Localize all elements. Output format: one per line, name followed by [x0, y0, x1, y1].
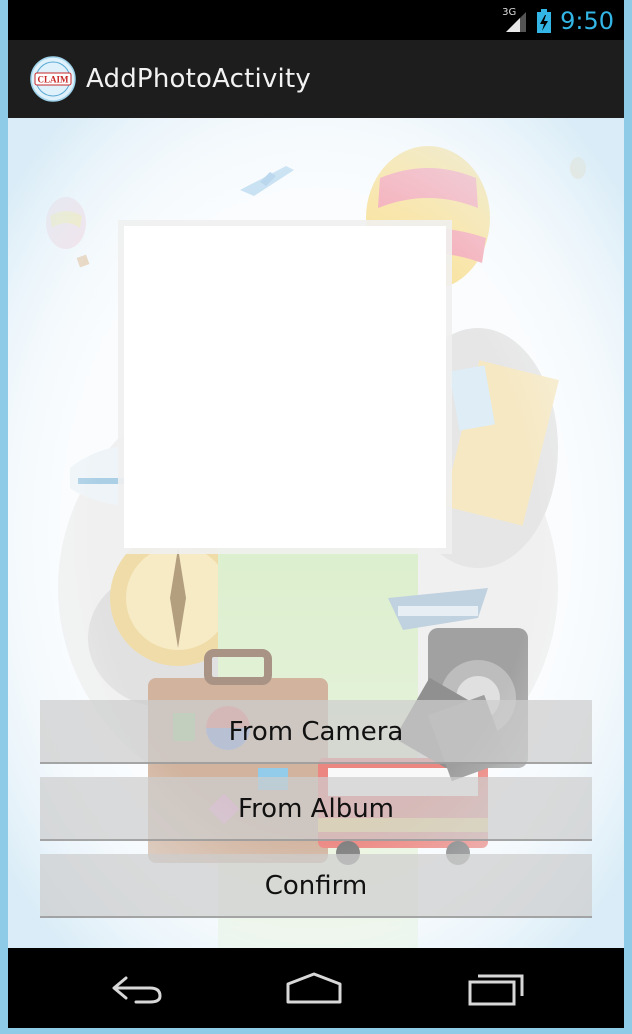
navigation-bar [8, 948, 624, 1028]
signal-indicator: 3G [502, 7, 528, 34]
status-icons: 3G 9:50 [502, 6, 614, 36]
from-camera-button[interactable]: From Camera [40, 700, 592, 764]
clock: 9:50 [560, 7, 614, 35]
logo-text: CLAIM [38, 75, 70, 85]
back-icon[interactable] [106, 968, 166, 1008]
network-type-label: 3G [502, 7, 517, 18]
screen: 3G 9:50 CLAIM AddPhotoActivity From Came… [8, 0, 624, 1028]
battery-icon [537, 9, 552, 33]
home-icon[interactable] [284, 968, 344, 1008]
from-album-button[interactable]: From Album [40, 777, 592, 841]
confirm-button[interactable]: Confirm [40, 854, 592, 918]
content-area: From Camera From Album Confirm [8, 118, 624, 948]
page-title: AddPhotoActivity [86, 64, 311, 94]
device-frame: 3G 9:50 CLAIM AddPhotoActivity From Came… [0, 0, 632, 1034]
photo-preview[interactable] [124, 226, 446, 548]
status-bar: 3G 9:50 [8, 0, 624, 40]
app-logo-icon[interactable]: CLAIM [30, 56, 76, 102]
action-bar: CLAIM AddPhotoActivity [8, 40, 624, 118]
recent-apps-icon[interactable] [466, 968, 526, 1008]
